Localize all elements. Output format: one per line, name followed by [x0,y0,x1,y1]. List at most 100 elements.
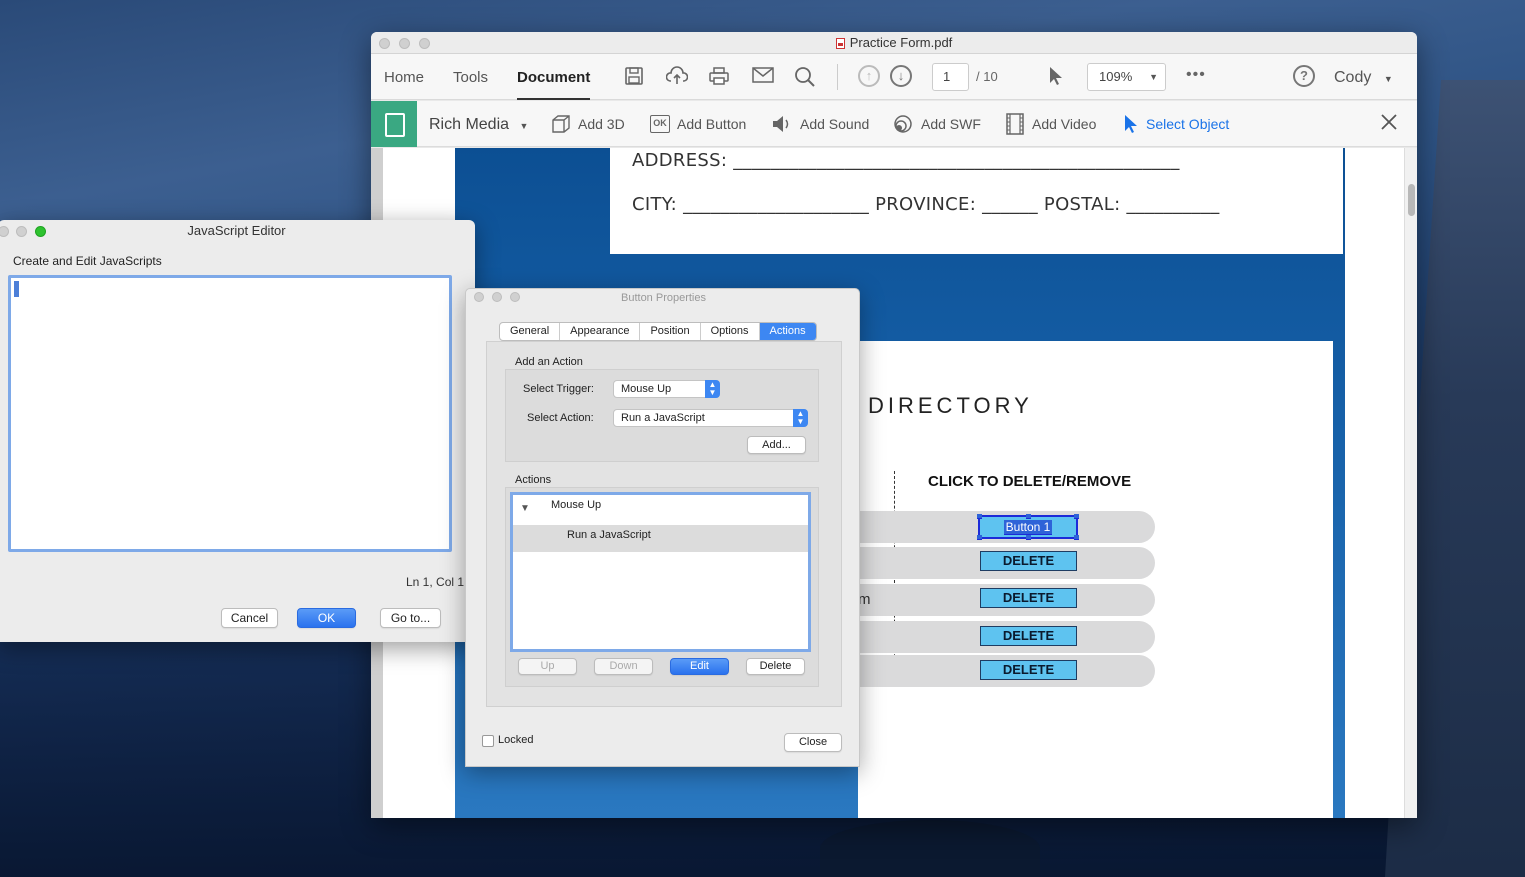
close-traffic-light[interactable] [474,292,484,302]
address-card: ADDRESS: _______________________________… [610,148,1343,254]
locked-checkbox[interactable] [482,735,494,747]
tab-position[interactable]: Position [640,323,701,340]
more-options-icon[interactable]: ••• [1186,66,1206,84]
close-icon[interactable] [1379,112,1399,137]
add-swf-button[interactable]: Add SWF [892,101,981,147]
edit-action-button[interactable]: Edit [670,658,729,675]
address-field: ADDRESS: _______________________________… [632,150,1180,171]
rich-media-panel-icon[interactable] [371,101,417,147]
tab-actions[interactable]: Actions [759,323,816,340]
user-menu[interactable]: Cody ▼ [1334,54,1393,100]
add-3d-button[interactable]: Add 3D [551,101,625,147]
directory-title: DIRECTORY [868,393,1033,418]
actions-list[interactable]: ▼ Mouse Up Run a JavaScript [510,492,811,652]
tab-options[interactable]: Options [701,323,760,340]
delete-action-button[interactable]: Delete [746,658,805,675]
select-object-button[interactable]: Select Object [1123,101,1229,147]
tree-item-trigger[interactable]: Mouse Up [551,499,601,511]
editor-label: Create and Edit JavaScripts [13,254,162,268]
arrow-pointer-icon [1125,115,1137,133]
javascript-editor-dialog: JavaScript Editor Create and Edit JavaSc… [0,220,475,642]
resize-handle[interactable] [1026,514,1031,519]
dialog-title: JavaScript Editor [187,223,286,238]
minimize-traffic-light[interactable] [492,292,502,302]
pdf-file-icon [835,37,845,49]
cancel-button[interactable]: Cancel [221,608,278,628]
search-icon[interactable] [793,66,817,88]
resize-handle[interactable] [1074,535,1079,540]
page-number-input[interactable]: 1 [932,63,969,91]
actions-list-label: Actions [515,474,552,486]
minimize-traffic-light[interactable] [16,226,27,237]
add-action-label: Add an Action [515,356,583,368]
move-down-button[interactable]: Down [594,658,653,675]
swf-icon [894,115,912,133]
column-header: CLICK TO DELETE/REMOVE [928,473,1132,490]
cube-icon [552,115,570,133]
move-up-button[interactable]: Up [518,658,577,675]
actions-group: ▼ Mouse Up Run a JavaScript Up Down Edit… [505,487,819,687]
tab-home[interactable]: Home [384,54,424,100]
help-icon[interactable]: ? [1293,65,1315,87]
delete-button[interactable]: DELETE [980,551,1077,571]
button-properties-dialog: Button Properties Add an Action Select T… [465,288,860,767]
disclosure-triangle-icon[interactable]: ▼ [520,503,530,514]
tab-document[interactable]: Document [517,54,591,100]
select-object-label: Select Object [1146,116,1230,132]
add-video-label: Add Video [1032,116,1097,132]
directory-card: DIRECTORY CLICK TO DELETE/REMOVE m Butto… [858,341,1333,818]
trigger-select[interactable]: Mouse Up ▲ ▼ [613,380,720,398]
acrobat-title-bar: Practice Form.pdf [371,32,1417,54]
go-to-button[interactable]: Go to... [380,608,441,628]
action-select[interactable]: Run a JavaScript ▲ ▼ [613,409,808,427]
resize-handle[interactable] [977,535,982,540]
add-video-button[interactable]: Add Video [1005,101,1096,147]
delete-button[interactable]: DELETE [980,660,1077,680]
scrollbar-thumb[interactable] [1408,184,1415,216]
add-button-button[interactable]: OK Add Button [650,101,746,147]
page-down-icon[interactable]: ↓ [890,65,912,87]
javascript-textarea[interactable] [8,275,452,552]
tab-general[interactable]: General [500,323,561,340]
zoom-traffic-light[interactable] [419,38,430,49]
add-button-label: Add Button [677,116,747,132]
tree-item-action-label: Run a JavaScript [567,529,651,541]
delete-button[interactable]: DELETE [980,626,1077,646]
dialog-title-bar: JavaScript Editor [0,220,475,242]
vertical-scrollbar[interactable] [1404,148,1417,818]
main-toolbar: Home Tools Document ↑ ↓ 1 / 10 109% ▼ ••… [371,54,1417,100]
rich-media-dropdown[interactable]: Rich Media ▼ [429,101,528,147]
locked-label: Locked [498,734,534,746]
selected-button-field[interactable]: Button 1 [977,514,1079,540]
ok-button[interactable]: OK [297,608,356,628]
close-traffic-light[interactable] [0,226,9,237]
zoom-traffic-light[interactable] [35,226,46,237]
resize-handle[interactable] [1074,514,1079,519]
save-icon[interactable] [622,66,646,88]
speaker-icon [773,116,789,132]
action-label: Select Action: [527,412,594,424]
add-action-button[interactable]: Add... [747,436,806,454]
resize-handle[interactable] [1026,535,1031,540]
delete-button[interactable]: DELETE [980,588,1077,608]
pointer-icon[interactable] [1044,66,1068,88]
selected-button-label: Button 1 [1003,520,1053,535]
upload-icon[interactable] [665,66,689,88]
cursor-position: Ln 1, Col 1 [406,575,465,589]
resize-handle[interactable] [977,514,982,519]
close-button[interactable]: Close [784,733,842,752]
zoom-traffic-light[interactable] [510,292,520,302]
add-sound-button[interactable]: Add Sound [771,101,869,147]
print-icon[interactable] [707,66,731,88]
tree-item-action[interactable]: Run a JavaScript [513,525,808,552]
chevron-down-icon: ▼ [1149,72,1158,82]
tab-tools[interactable]: Tools [453,54,488,100]
minimize-traffic-light[interactable] [399,38,410,49]
trigger-label: Select Trigger: [523,383,594,395]
close-traffic-light[interactable] [379,38,390,49]
page-up-icon[interactable]: ↑ [858,65,880,87]
zoom-select[interactable]: 109% ▼ [1087,63,1166,91]
rich-media-title: Rich Media [429,116,510,133]
tab-appearance[interactable]: Appearance [560,323,641,340]
mail-icon[interactable] [751,66,775,88]
